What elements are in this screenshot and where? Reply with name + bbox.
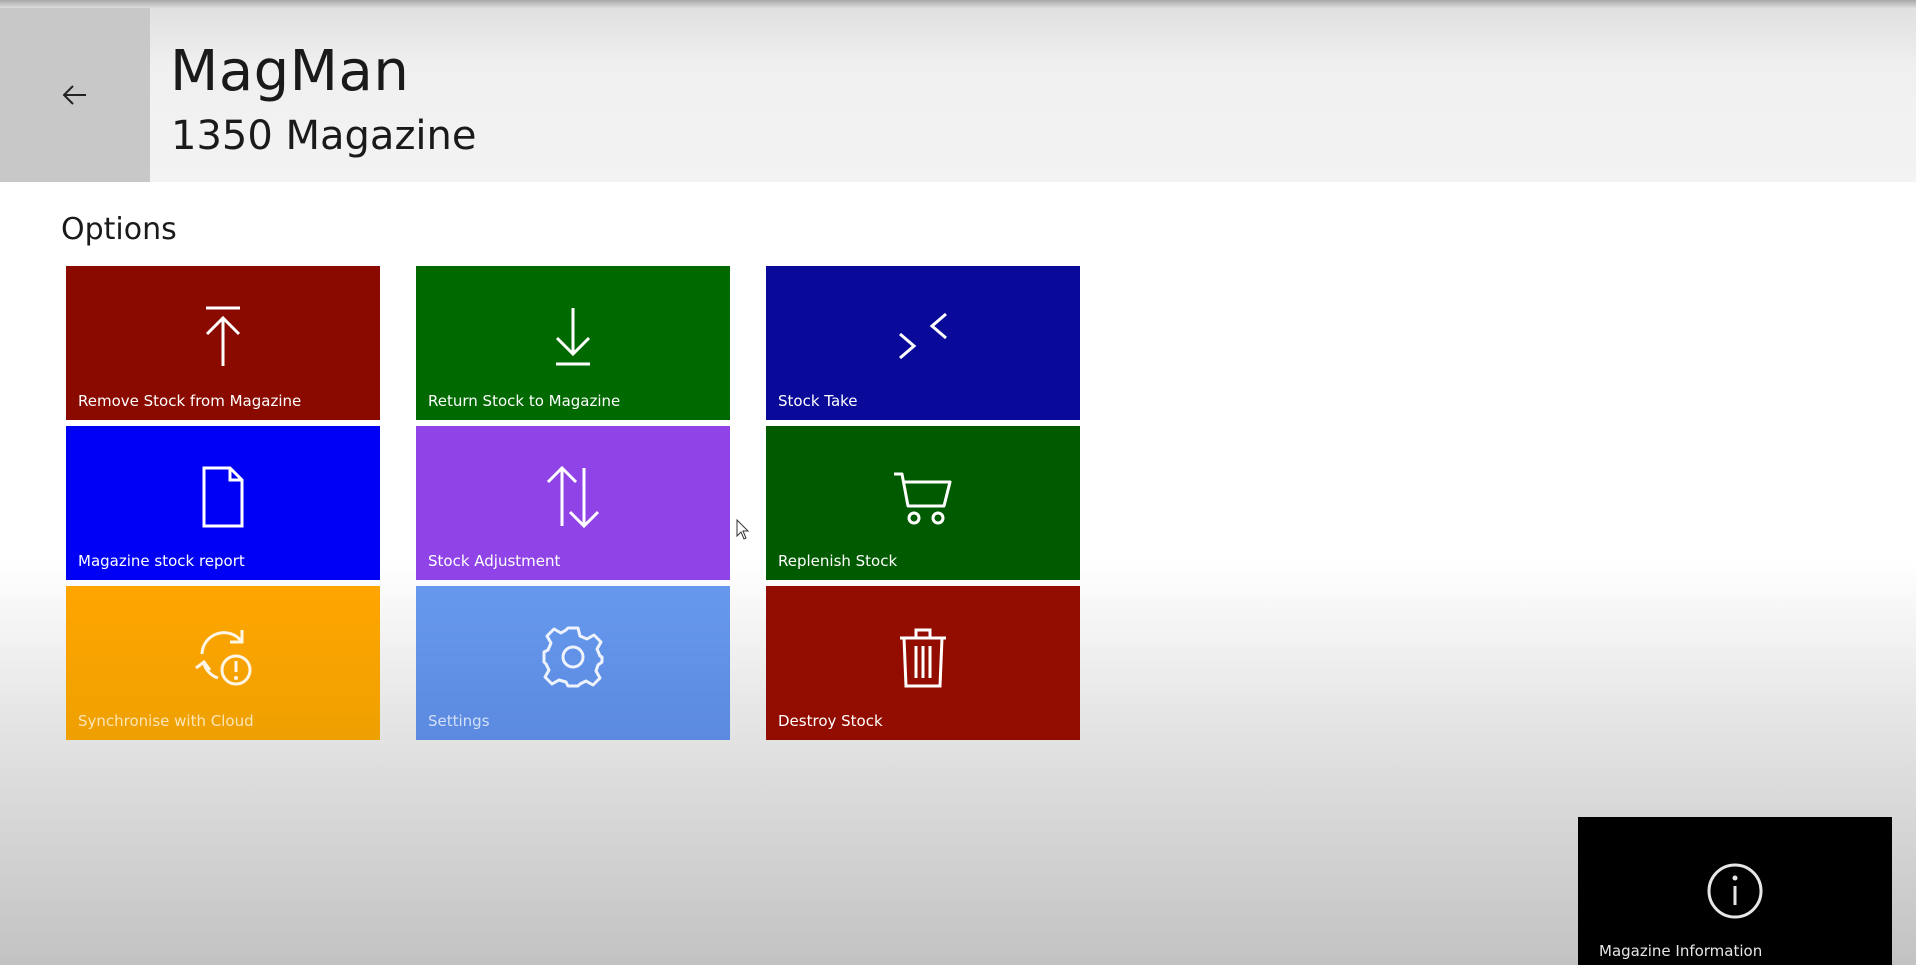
app-title: MagMan — [170, 39, 410, 104]
replenish-stock-tile[interactable]: Replenish Stock — [766, 426, 1080, 580]
mouse-pointer-icon — [736, 519, 750, 540]
up-down-arrows-icon — [416, 464, 730, 530]
arrow-up-to-bar-icon — [66, 304, 380, 370]
document-icon — [66, 464, 380, 530]
window-top-edge — [0, 0, 1916, 8]
options-heading: Options — [61, 212, 177, 247]
gear-icon — [416, 624, 730, 690]
arrow-down-to-bar-icon — [416, 304, 730, 370]
stock-adjustment-tile[interactable]: Stock Adjustment — [416, 426, 730, 580]
stock-take-tile[interactable]: Stock Take — [766, 266, 1080, 420]
tile-label: Stock Adjustment — [428, 552, 561, 570]
sync-cloud-tile[interactable]: Synchronise with Cloud — [66, 586, 380, 740]
destroy-stock-tile[interactable]: Destroy Stock — [766, 586, 1080, 740]
collapse-chevrons-icon — [766, 304, 1080, 370]
remove-stock-tile[interactable]: Remove Stock from Magazine — [66, 266, 380, 420]
return-stock-tile[interactable]: Return Stock to Magazine — [416, 266, 730, 420]
tile-label: Replenish Stock — [778, 552, 898, 570]
tile-label: Magazine stock report — [78, 552, 245, 570]
page-subtitle: 1350 Magazine — [171, 113, 477, 159]
back-button[interactable] — [0, 8, 150, 182]
sync-alert-icon — [66, 624, 380, 690]
info-circle-icon — [1578, 861, 1892, 921]
settings-tile[interactable]: Settings — [416, 586, 730, 740]
tile-label: Stock Take — [778, 392, 858, 410]
tile-label: Destroy Stock — [778, 712, 883, 730]
tile-label: Return Stock to Magazine — [428, 392, 621, 410]
tile-label: Settings — [428, 712, 490, 730]
tile-label: Remove Stock from Magazine — [78, 392, 302, 410]
tile-label: Synchronise with Cloud — [78, 712, 254, 730]
tile-label: Magazine Information — [1599, 942, 1763, 960]
back-arrow-icon — [62, 85, 86, 105]
trash-icon — [766, 624, 1080, 690]
shopping-cart-icon — [766, 464, 1080, 530]
stock-report-tile[interactable]: Magazine stock report — [66, 426, 380, 580]
magazine-information-tile[interactable]: Magazine Information — [1578, 817, 1892, 965]
